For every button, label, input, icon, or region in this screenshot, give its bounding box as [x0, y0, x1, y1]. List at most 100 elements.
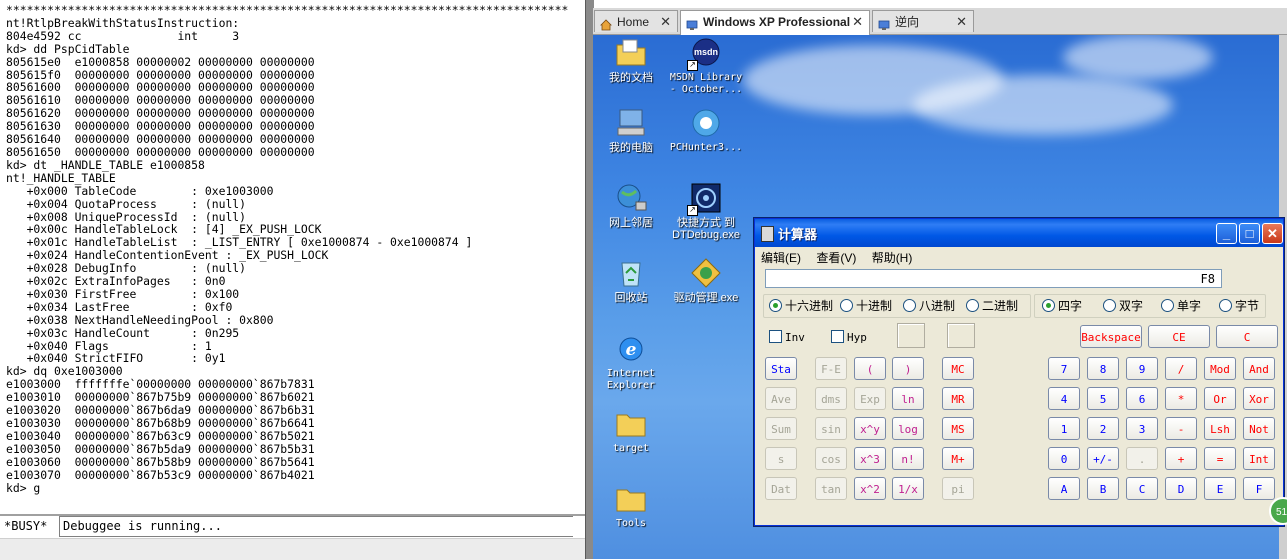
key-decimal[interactable]: .	[1126, 447, 1158, 470]
ce-button[interactable]: CE	[1148, 325, 1210, 348]
key-not[interactable]: Not	[1243, 417, 1275, 440]
sta-button[interactable]: Sta	[765, 357, 797, 380]
tab-home[interactable]: Home ✕	[594, 10, 678, 32]
computer-icon	[614, 107, 648, 139]
ave-button[interactable]: Ave	[765, 387, 797, 410]
radio-dec[interactable]: 十进制	[840, 299, 892, 313]
key-minus[interactable]: -	[1165, 417, 1197, 440]
close-paren-button[interactable]: )	[892, 357, 924, 380]
key-c[interactable]: C	[1126, 477, 1158, 500]
tan-button[interactable]: tan	[815, 477, 847, 500]
reciprocal-button[interactable]: 1/x	[892, 477, 924, 500]
key-6[interactable]: 6	[1126, 387, 1158, 410]
x-pow-y-button[interactable]: x^y	[854, 417, 886, 440]
radio-dword[interactable]: 双字	[1103, 299, 1143, 313]
key-e[interactable]: E	[1204, 477, 1236, 500]
key-multiply[interactable]: *	[1165, 387, 1197, 410]
key-and[interactable]: And	[1243, 357, 1275, 380]
radio-qword[interactable]: 四字	[1042, 299, 1082, 313]
tab-reverse[interactable]: 逆向 ✕	[872, 10, 974, 32]
checkbox-hyp[interactable]: Hyp	[831, 330, 867, 344]
command-input[interactable]: Debuggee is running...	[59, 516, 573, 537]
desktop-icon-driver-manager[interactable]: 驱动管理.exe	[666, 257, 746, 304]
key-f[interactable]: F	[1243, 477, 1275, 500]
key-d[interactable]: D	[1165, 477, 1197, 500]
key-equals[interactable]: =	[1204, 447, 1236, 470]
radio-bin[interactable]: 二进制	[966, 299, 1018, 313]
debugger-line: e1003050 00000000`867b5da9 00000000`867b…	[6, 441, 315, 456]
cloud	[913, 75, 1173, 135]
desktop-icon-my-documents[interactable]: 我的文档	[593, 37, 671, 84]
ln-button[interactable]: ln	[892, 387, 924, 410]
backspace-button[interactable]: Backspace	[1080, 325, 1142, 348]
x-squared-button[interactable]: x^2	[854, 477, 886, 500]
key-divide[interactable]: /	[1165, 357, 1197, 380]
close-button[interactable]: ✕	[1262, 223, 1283, 244]
maximize-button[interactable]: □	[1239, 223, 1260, 244]
desktop-icon-dtdebug[interactable]: ↗ 快捷方式 到 DTDebug.exe	[666, 182, 746, 241]
debugger-line: kd> dd PspCidTable	[6, 41, 130, 56]
desktop-icon-recycle-bin[interactable]: 回收站	[593, 257, 671, 304]
folder-documents-icon	[614, 37, 648, 69]
key-0[interactable]: 0	[1048, 447, 1080, 470]
key-8[interactable]: 8	[1087, 357, 1119, 380]
x-cubed-button[interactable]: x^3	[854, 447, 886, 470]
desktop-icon-internet-explorer[interactable]: e Internet Explorer	[593, 333, 671, 392]
sum-button[interactable]: Sum	[765, 417, 797, 440]
key-int[interactable]: Int	[1243, 447, 1275, 470]
close-icon[interactable]: ✕	[956, 11, 967, 33]
dms-button[interactable]: dms	[815, 387, 847, 410]
s-button[interactable]: s	[765, 447, 797, 470]
key-2[interactable]: 2	[1087, 417, 1119, 440]
key-or[interactable]: Or	[1204, 387, 1236, 410]
tab-windows-xp[interactable]: Windows XP Professional ✕	[680, 10, 870, 35]
sin-button[interactable]: sin	[815, 417, 847, 440]
factorial-button[interactable]: n!	[892, 447, 924, 470]
close-icon[interactable]: ✕	[852, 11, 863, 33]
menu-edit[interactable]: 编辑(E)	[761, 251, 801, 265]
key-lsh[interactable]: Lsh	[1204, 417, 1236, 440]
exp-button[interactable]: Exp	[854, 387, 886, 410]
key-negate[interactable]: +/-	[1087, 447, 1119, 470]
svg-text:e: e	[626, 340, 637, 360]
log-button[interactable]: log	[892, 417, 924, 440]
radio-oct[interactable]: 八进制	[903, 299, 955, 313]
ms-button[interactable]: MS	[942, 417, 974, 440]
minimize-button[interactable]: _	[1216, 223, 1237, 244]
mc-button[interactable]: MC	[942, 357, 974, 380]
checkbox-inv[interactable]: Inv	[769, 330, 805, 344]
desktop-icon-tools[interactable]: Tools	[593, 483, 671, 530]
c-button[interactable]: C	[1216, 325, 1278, 348]
desktop-icon-network[interactable]: 网上邻居	[593, 182, 671, 229]
key-5[interactable]: 5	[1087, 387, 1119, 410]
key-b[interactable]: B	[1087, 477, 1119, 500]
desktop-icon-my-computer[interactable]: 我的电脑	[593, 107, 671, 154]
radio-byte[interactable]: 字节	[1219, 299, 1259, 313]
radio-word[interactable]: 单字	[1161, 299, 1201, 313]
notification-badge[interactable]: 51	[1269, 497, 1287, 525]
fe-button[interactable]: F-E	[815, 357, 847, 380]
key-9[interactable]: 9	[1126, 357, 1158, 380]
key-4[interactable]: 4	[1048, 387, 1080, 410]
dat-button[interactable]: Dat	[765, 477, 797, 500]
key-1[interactable]: 1	[1048, 417, 1080, 440]
key-xor[interactable]: Xor	[1243, 387, 1275, 410]
menu-view[interactable]: 查看(V)	[816, 251, 856, 265]
radio-hex[interactable]: 十六进制	[769, 299, 833, 313]
pi-button[interactable]: pi	[942, 477, 974, 500]
m-plus-button[interactable]: M+	[942, 447, 974, 470]
key-7[interactable]: 7	[1048, 357, 1080, 380]
cos-button[interactable]: cos	[815, 447, 847, 470]
menu-help[interactable]: 帮助(H)	[872, 251, 913, 265]
calculator-titlebar[interactable]: 计算器 _ □ ✕	[755, 219, 1283, 247]
desktop-icon-pchunter[interactable]: PCHunter3...	[666, 107, 746, 154]
key-mod[interactable]: Mod	[1204, 357, 1236, 380]
open-paren-button[interactable]: (	[854, 357, 886, 380]
desktop-icon-target[interactable]: target	[593, 408, 671, 455]
desktop-icon-msdn[interactable]: msdn ↗ MSDN Library - October...	[666, 37, 746, 96]
key-3[interactable]: 3	[1126, 417, 1158, 440]
key-plus[interactable]: +	[1165, 447, 1197, 470]
key-a[interactable]: A	[1048, 477, 1080, 500]
close-icon[interactable]: ✕	[660, 11, 671, 33]
mr-button[interactable]: MR	[942, 387, 974, 410]
